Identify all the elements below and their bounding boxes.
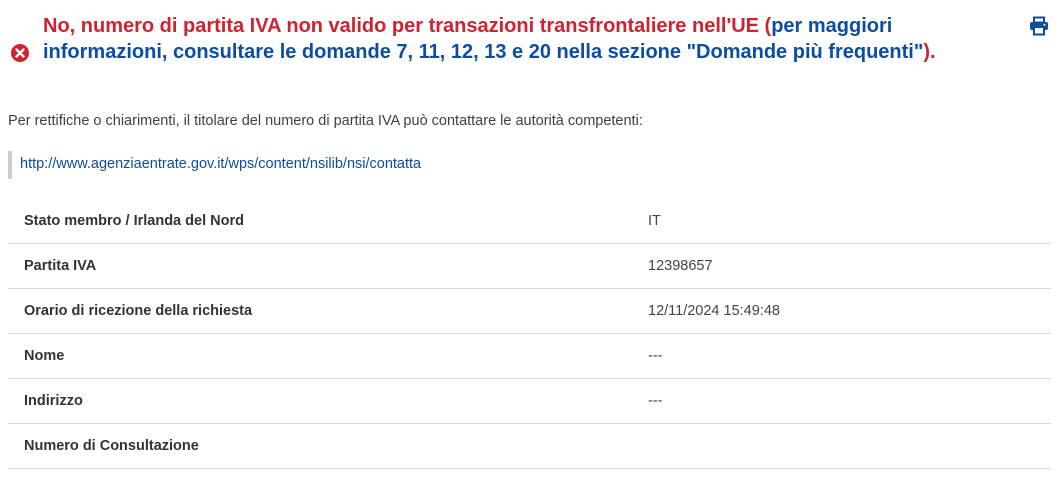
row-value: 12398657: [648, 243, 1051, 289]
row-value: [648, 423, 1051, 469]
paren-open: (: [758, 15, 772, 37]
row-value: ---: [648, 378, 1051, 424]
validation-result-message: No, numero di partita IVA non valido per…: [43, 13, 993, 65]
invalid-vat-message: No, numero di partita IVA non valido per…: [43, 15, 759, 37]
row-value: 12/11/2024 15:49:48: [648, 288, 1051, 334]
table-row: Partita IVA 12398657: [8, 243, 1051, 289]
error-circle-x-icon: [11, 44, 29, 62]
row-label: Partita IVA: [8, 243, 648, 289]
row-value: ---: [648, 333, 1051, 379]
row-value: IT: [648, 199, 1051, 244]
row-label: Numero di Consultazione: [8, 423, 648, 469]
contact-link-block: http://www.agenziaentrate.gov.it/wps/con…: [8, 151, 421, 179]
table-row: Orario di ricezione della richiesta 12/1…: [8, 288, 1051, 334]
row-label: Orario di ricezione della richiesta: [8, 288, 648, 334]
authorities-note: Per rettifiche o chiarimenti, il titolar…: [8, 113, 643, 129]
row-label: Nome: [8, 333, 648, 379]
table-row: Stato membro / Irlanda del Nord IT: [8, 199, 1051, 244]
row-label: Stato membro / Irlanda del Nord: [8, 199, 648, 244]
tax-agency-contact-link[interactable]: http://www.agenziaentrate.gov.it/wps/con…: [20, 156, 421, 172]
paren-close: ).: [923, 41, 936, 63]
table-row: Numero di Consultazione: [8, 423, 1051, 469]
vat-check-result: No, numero di partita IVA non valido per…: [0, 0, 1063, 481]
print-icon[interactable]: [1029, 16, 1049, 36]
request-details-table: Stato membro / Irlanda del Nord IT Parti…: [8, 199, 1051, 469]
row-label: Indirizzo: [8, 378, 648, 424]
table-row: Nome ---: [8, 333, 1051, 379]
table-row: Indirizzo ---: [8, 378, 1051, 424]
